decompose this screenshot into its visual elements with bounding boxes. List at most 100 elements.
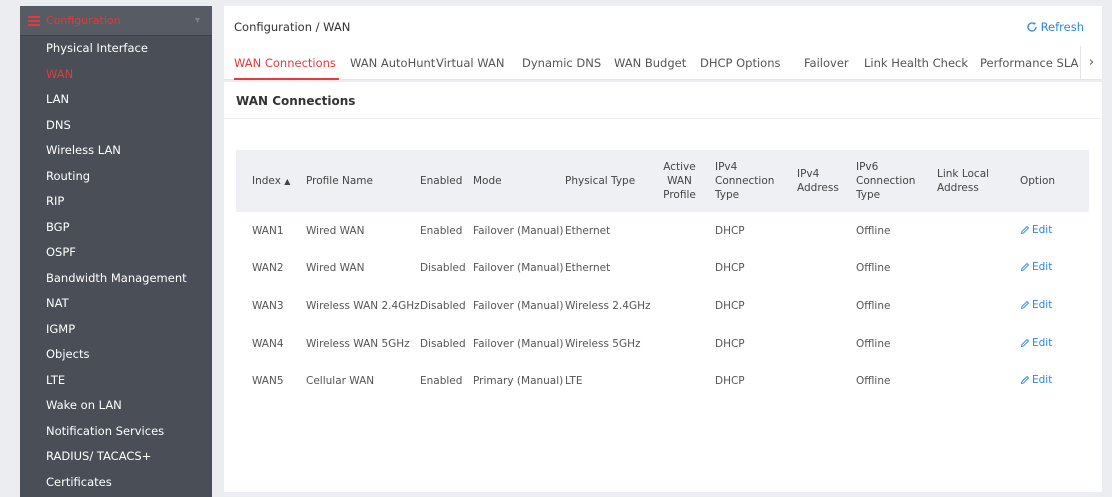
- cell-profile-name: Wired WAN: [306, 262, 365, 275]
- cell-option: Edit: [1002, 250, 1089, 288]
- cell-ipv4-address: [793, 287, 852, 325]
- cell-physical-type: Wireless 2.4GHz: [565, 299, 651, 312]
- cell-ipv4-connection-type: DHCP: [715, 299, 745, 312]
- divider: [224, 118, 1102, 119]
- refresh-label: Refresh: [1040, 20, 1084, 34]
- cell-ipv4-connection-type: DHCP: [715, 262, 745, 275]
- cell-index: WAN4: [252, 337, 284, 350]
- sidebar-item-certificates[interactable]: Certificates: [20, 470, 212, 496]
- sidebar-item-dns[interactable]: DNS: [20, 113, 212, 139]
- menu-icon: [28, 15, 40, 26]
- pencil-icon: [1020, 300, 1030, 310]
- table-row: WAN5 Cellular WAN Enabled Primary (Manual) L…: [236, 362, 1089, 400]
- cell-enabled: Disabled: [420, 262, 466, 275]
- edit-label: Edit: [1032, 374, 1053, 387]
- column-header-option: Option: [1020, 175, 1056, 187]
- edit-button[interactable]: Edit: [1020, 224, 1052, 236]
- cell-mode: Failover (Manual): [473, 299, 564, 312]
- edit-label: Edit: [1032, 223, 1053, 236]
- cell-option: Edit: [1002, 212, 1089, 250]
- tab-link-health-check[interactable]: Link Health Check: [864, 56, 968, 70]
- sidebar: Configuration ▾ Physical Interface WAN LAN…: [20, 6, 212, 497]
- column-header-ipv4-connection-type: IPv4 Connection Type: [715, 161, 775, 201]
- sidebar-item-ospf[interactable]: OSPF: [20, 240, 212, 266]
- wan-connections-panel: WAN Connections Index ▲ Profile Name Ena…: [224, 82, 1102, 492]
- cell-active-wan-profile: [648, 362, 711, 400]
- cell-ipv4-address: [793, 250, 852, 288]
- sidebar-item-wan[interactable]: WAN: [20, 62, 212, 88]
- sidebar-header-title: Configuration: [46, 14, 121, 27]
- cell-index: WAN1: [252, 224, 284, 237]
- cell-ipv6-connection-type: Offline: [856, 262, 891, 275]
- tab-performance-sla[interactable]: Performance SLA: [980, 56, 1078, 70]
- cell-enabled: Disabled: [420, 299, 466, 312]
- cell-index: WAN3: [252, 299, 284, 312]
- edit-button[interactable]: Edit: [1020, 261, 1052, 273]
- tab-dynamic-dns[interactable]: Dynamic DNS: [522, 56, 601, 70]
- cell-ipv4-address: [793, 212, 852, 250]
- refresh-icon: [1026, 22, 1037, 32]
- sidebar-item-igmp[interactable]: IGMP: [20, 317, 212, 343]
- sidebar-item-lan[interactable]: LAN: [20, 87, 212, 113]
- sidebar-item-radius-tacacs[interactable]: RADIUS/ TACACS+: [20, 444, 212, 470]
- edit-button[interactable]: Edit: [1020, 299, 1052, 311]
- tab-dhcp-options[interactable]: DHCP Options: [700, 56, 781, 70]
- cell-mode: Failover (Manual): [473, 337, 564, 350]
- pencil-icon: [1020, 376, 1030, 385]
- cell-profile-name: Wired WAN: [306, 224, 365, 237]
- tab-failover[interactable]: Failover: [804, 56, 849, 70]
- cell-ipv4-address: [793, 362, 852, 400]
- cell-ipv6-connection-type: Offline: [856, 224, 891, 237]
- refresh-button[interactable]: Refresh: [1026, 20, 1084, 34]
- sidebar-item-rip[interactable]: RIP: [20, 189, 212, 215]
- cell-enabled: Enabled: [420, 375, 463, 388]
- cell-option: Edit: [1002, 362, 1089, 400]
- top-bar: Configuration / WAN Refresh: [224, 6, 1102, 46]
- sidebar-item-objects[interactable]: Objects: [20, 342, 212, 368]
- edit-button[interactable]: Edit: [1020, 374, 1052, 386]
- cell-enabled: Enabled: [420, 224, 463, 237]
- cell-option: Edit: [1002, 287, 1089, 325]
- column-header-active-wan-profile: Active WAN Profile: [663, 161, 696, 201]
- sidebar-item-bandwidth-management[interactable]: Bandwidth Management: [20, 266, 212, 292]
- column-header-index[interactable]: Index ▲: [236, 150, 302, 212]
- tab-scroll-right-button[interactable]: ›: [1080, 46, 1102, 79]
- tab-bar: WAN Connections WAN AutoHunt Virtual WAN Dy…: [224, 46, 1102, 80]
- cell-mode: Failover (Manual): [473, 224, 564, 237]
- sidebar-item-bgp[interactable]: BGP: [20, 215, 212, 241]
- cell-ipv6-connection-type: Offline: [856, 299, 891, 312]
- tab-wan-autohunt[interactable]: WAN AutoHunt: [350, 56, 435, 70]
- sidebar-item-notification-services[interactable]: Notification Services: [20, 419, 212, 445]
- cell-active-wan-profile: [648, 212, 711, 250]
- cell-ipv6-connection-type: Offline: [856, 375, 891, 388]
- sidebar-item-nat[interactable]: NAT: [20, 291, 212, 317]
- cell-ipv4-connection-type: DHCP: [715, 337, 745, 350]
- cell-ipv4-address: [793, 325, 852, 363]
- chevron-right-icon: ›: [1088, 55, 1095, 70]
- pencil-icon: [1020, 338, 1030, 347]
- cell-option: Edit: [1002, 325, 1089, 363]
- cell-index: WAN5: [252, 375, 284, 388]
- pencil-icon: [1020, 225, 1030, 234]
- sidebar-item-wireless-lan[interactable]: Wireless LAN: [20, 138, 212, 164]
- edit-label: Edit: [1032, 261, 1053, 274]
- sidebar-item-routing[interactable]: Routing: [20, 164, 212, 190]
- cell-active-wan-profile: [648, 287, 711, 325]
- cell-mode: Primary (Manual): [473, 375, 564, 388]
- pencil-icon: [1020, 263, 1030, 272]
- sidebar-item-wake-on-lan[interactable]: Wake on LAN: [20, 393, 212, 419]
- column-header-link-local-address: Link Local Address: [937, 168, 990, 194]
- table-header-row: Index ▲ Profile Name Enabled Mode Physic…: [236, 150, 1089, 212]
- tab-wan-connections[interactable]: WAN Connections: [234, 56, 336, 70]
- tab-virtual-wan[interactable]: Virtual WAN: [436, 56, 504, 70]
- edit-button[interactable]: Edit: [1020, 337, 1052, 349]
- edit-label: Edit: [1032, 298, 1053, 311]
- tab-wan-budget[interactable]: WAN Budget: [614, 56, 686, 70]
- cell-ipv6-connection-type: Offline: [856, 337, 891, 350]
- cell-link-local-address: [933, 212, 1002, 250]
- sidebar-item-physical-interface[interactable]: Physical Interface: [20, 36, 212, 62]
- column-header-profile-name[interactable]: Profile Name: [302, 150, 416, 212]
- sidebar-header[interactable]: Configuration ▾: [20, 6, 212, 36]
- sidebar-item-lte[interactable]: LTE: [20, 368, 212, 394]
- chevron-down-icon: ▾: [194, 15, 200, 26]
